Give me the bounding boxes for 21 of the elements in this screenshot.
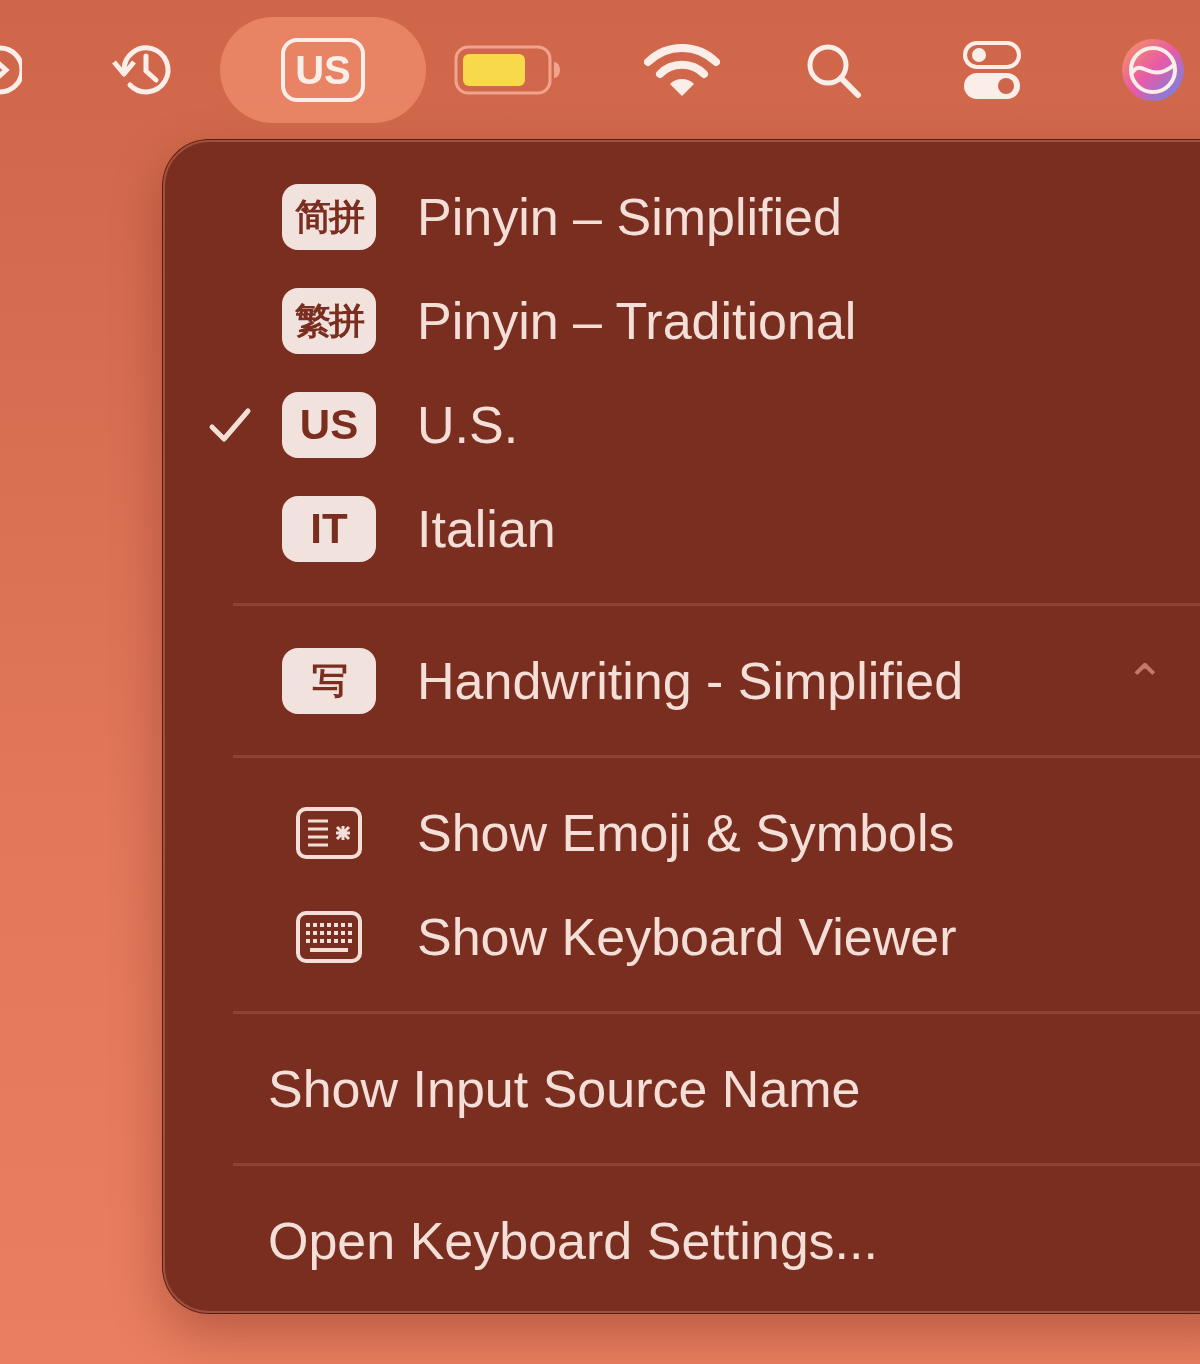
input-source-badge: IT: [282, 496, 376, 562]
menu-item[interactable]: U.S.: [417, 395, 519, 455]
menu-item[interactable]: Pinyin – Simplified: [417, 187, 842, 247]
input-source-badge: 繁拼: [282, 288, 376, 354]
battery-icon[interactable]: [454, 44, 562, 96]
wifi-icon[interactable]: [644, 42, 720, 98]
input-source-badge: 简拼: [282, 184, 376, 250]
menu-item[interactable]: Show Keyboard Viewer: [417, 907, 957, 967]
keyboard-icon: [296, 911, 362, 963]
menu-item[interactable]: Show Emoji & Symbols: [417, 803, 955, 863]
menu-item[interactable]: Handwriting - Simplified: [417, 651, 964, 711]
menu-item[interactable]: Pinyin – Traditional: [417, 291, 857, 351]
shortcut-key: ⌃: [1124, 653, 1165, 709]
emoji-symbols-icon: [296, 807, 362, 859]
input-source-badge: 写: [282, 648, 376, 714]
input-source-badge: US: [282, 392, 376, 458]
toggle-switches-icon[interactable]: [963, 40, 1021, 100]
menu-item[interactable]: Italian: [417, 499, 556, 559]
menu-item[interactable]: Open Keyboard Settings...: [268, 1211, 878, 1271]
siri-orb-icon[interactable]: [1120, 37, 1186, 103]
menu-item[interactable]: Show Input Source Name: [268, 1059, 861, 1119]
